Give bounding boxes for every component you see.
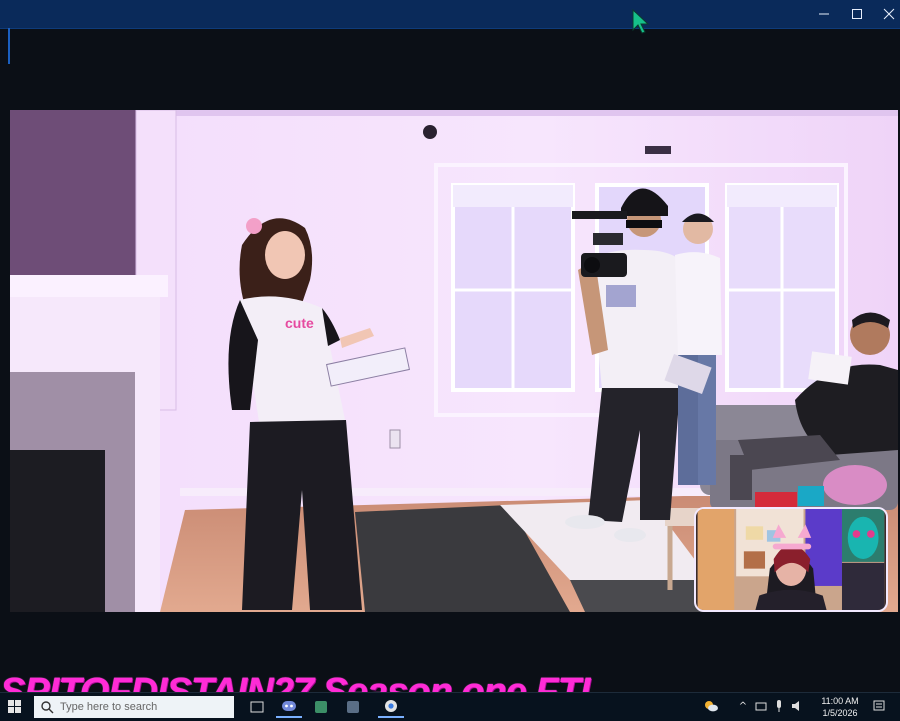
window-edge-accent bbox=[8, 28, 10, 64]
discord-icon bbox=[282, 701, 296, 711]
volume-icon bbox=[792, 701, 799, 711]
microphone-icon bbox=[777, 700, 781, 712]
windows-start-icon bbox=[8, 700, 21, 713]
webcam-scene bbox=[697, 509, 885, 610]
taskbar-app-1[interactable] bbox=[308, 696, 334, 718]
taskbar-app-discord[interactable] bbox=[276, 696, 302, 718]
task-view-icon bbox=[250, 701, 264, 713]
chrome-icon bbox=[385, 700, 397, 712]
taskbar-app-2[interactable] bbox=[340, 696, 366, 718]
svg-text:cute: cute bbox=[285, 315, 314, 331]
tray-overflow-button[interactable]: ^ bbox=[736, 699, 750, 713]
tray-network-icon[interactable] bbox=[754, 699, 768, 713]
taskbar-search-input[interactable]: Type here to search bbox=[34, 696, 234, 718]
taskbar: Type here to search ^ 11:00 AM 1/5/2026 bbox=[0, 692, 900, 721]
start-button[interactable] bbox=[2, 696, 28, 718]
task-view-button[interactable] bbox=[244, 696, 270, 718]
network-icon bbox=[755, 702, 767, 711]
taskbar-clock[interactable]: 11:00 AM 1/5/2026 bbox=[812, 695, 868, 719]
minimize-icon bbox=[819, 13, 829, 15]
clock-time: 11:00 AM bbox=[821, 696, 859, 706]
app-icon bbox=[347, 701, 359, 713]
taskbar-app-chrome[interactable] bbox=[378, 696, 404, 718]
tray-microphone-icon[interactable] bbox=[772, 699, 786, 713]
maximize-icon bbox=[852, 9, 862, 19]
tray-volume-icon[interactable] bbox=[790, 699, 804, 713]
notifications-icon bbox=[873, 700, 885, 711]
search-icon bbox=[41, 701, 54, 714]
video-player[interactable]: cute bbox=[10, 110, 898, 612]
minimize-button[interactable] bbox=[807, 0, 841, 28]
tray-app-weather[interactable] bbox=[702, 699, 720, 713]
chevron-up-icon: ^ bbox=[738, 700, 748, 712]
app-icon bbox=[315, 701, 327, 713]
mouse-cursor-icon bbox=[632, 9, 650, 34]
weather-icon bbox=[705, 701, 718, 712]
maximize-button[interactable] bbox=[840, 0, 874, 28]
notifications-button[interactable] bbox=[872, 699, 886, 713]
clock-date: 1/5/2026 bbox=[822, 708, 858, 718]
close-icon bbox=[883, 8, 895, 20]
webcam-overlay bbox=[694, 507, 888, 612]
close-button[interactable] bbox=[872, 0, 900, 28]
window-titlebar[interactable] bbox=[0, 0, 900, 29]
